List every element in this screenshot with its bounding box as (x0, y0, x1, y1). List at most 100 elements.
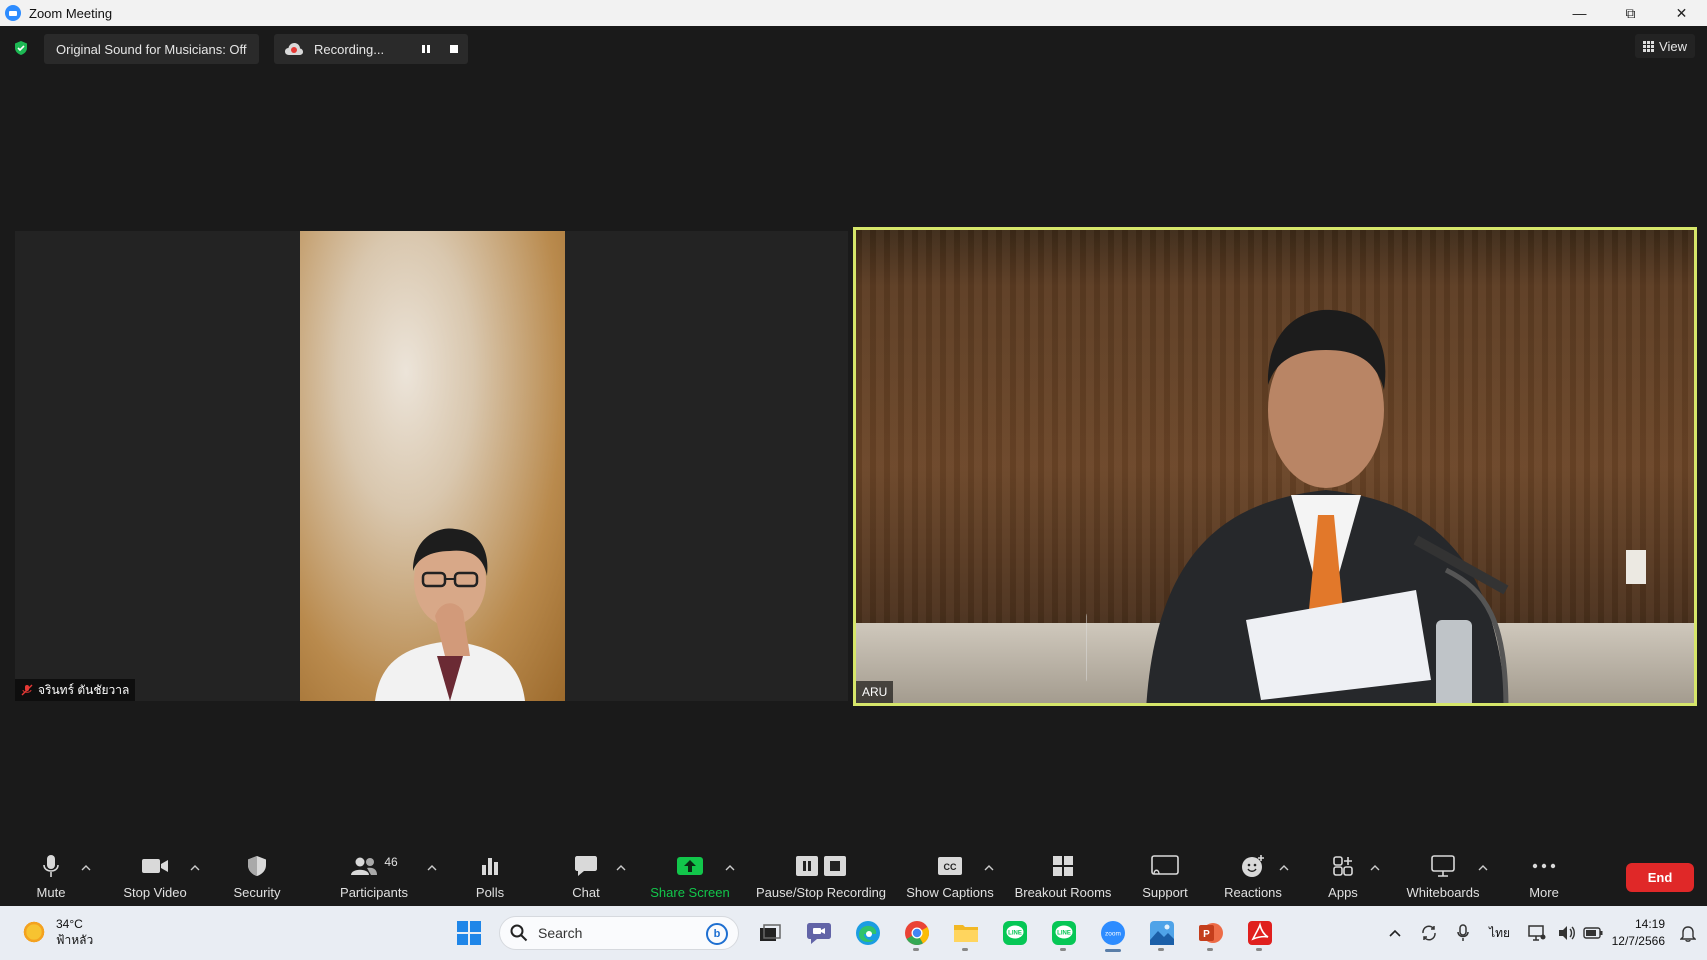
weather-sun-icon (22, 920, 46, 944)
photos-app-icon (1149, 921, 1174, 945)
support-button[interactable]: Support (1138, 846, 1192, 906)
security-button[interactable]: Security (229, 846, 285, 906)
chrome-browser-app[interactable] (892, 914, 941, 952)
taskbar-search-input[interactable]: Search b (499, 916, 739, 950)
windows-start-icon (456, 921, 481, 945)
zoom-app-icon: zoom (1100, 921, 1125, 945)
recording-label: Recording... (314, 41, 385, 57)
task-view-icon (759, 924, 781, 941)
captions-options-chevron-up-icon[interactable] (983, 862, 995, 874)
file-explorer-app[interactable] (941, 914, 990, 952)
show-hidden-icons-chevron-up-icon[interactable] (1378, 928, 1412, 938)
chat-options-chevron-up-icon[interactable] (615, 862, 627, 874)
svg-text:zoom: zoom (1105, 931, 1121, 938)
view-button[interactable]: View (1635, 34, 1695, 58)
participant-name: จรินทร์ ตันชัยวาล (38, 682, 130, 697)
search-icon (510, 924, 528, 942)
volume-icon[interactable] (1554, 925, 1580, 941)
pause-stop-recording-button[interactable]: Pause/Stop Recording (752, 846, 890, 906)
breakout-rooms-label: Breakout Rooms (1014, 885, 1112, 900)
taskbar-clock[interactable]: 14:19 12/7/2566 (1612, 916, 1665, 950)
powerpoint-app[interactable]: P (1186, 914, 1235, 952)
svg-text:LINE: LINE (1057, 931, 1071, 937)
polls-label: Polls (475, 885, 505, 900)
line-app[interactable]: LINE (990, 914, 1039, 952)
zoom-logo-icon (5, 5, 21, 21)
breakout-rooms-button[interactable]: Breakout Rooms (1010, 846, 1116, 906)
notifications-bell-icon[interactable] (1675, 924, 1701, 942)
photos-app[interactable] (1137, 914, 1186, 952)
more-button[interactable]: More (1524, 846, 1564, 906)
start-button[interactable] (444, 914, 493, 952)
bing-icon[interactable]: b (706, 923, 728, 945)
participants-button[interactable]: 46 Participants (336, 846, 412, 906)
chat-button[interactable]: Chat (566, 846, 606, 906)
microphone-in-use-icon[interactable] (1446, 924, 1480, 942)
participant-video-tile[interactable]: จรินทร์ ตันชัยวาล (15, 231, 848, 701)
encryption-shield-icon[interactable] (13, 40, 29, 56)
line-app-icon: LINE (1051, 921, 1076, 945)
participant-name-tag: จรินทร์ ตันชัยวาล (15, 679, 136, 701)
stop-video-button[interactable]: Stop Video (118, 846, 192, 906)
support-screen-icon (1151, 855, 1179, 875)
network-monitor-icon[interactable] (1520, 925, 1554, 941)
restore-icon[interactable]: ⧉ (1605, 0, 1656, 26)
acrobat-app[interactable] (1235, 914, 1284, 952)
reactions-options-chevron-up-icon[interactable] (1278, 862, 1290, 874)
mute-button[interactable]: Mute (30, 846, 72, 906)
pause-recording-button[interactable] (412, 34, 440, 64)
chrome-browser-icon (904, 921, 929, 946)
audio-options-chevron-up-icon[interactable] (80, 862, 92, 874)
chat-bubble-icon (575, 856, 597, 876)
mic-muted-icon (21, 684, 33, 696)
more-ellipsis-icon (1532, 863, 1556, 869)
support-label: Support (1142, 885, 1188, 900)
zoom-app[interactable]: zoom (1088, 914, 1137, 952)
task-view-button[interactable] (745, 914, 794, 952)
input-language-indicator[interactable]: ไทย (1480, 924, 1520, 943)
minimize-icon[interactable]: — (1554, 0, 1605, 26)
stop-video-label: Stop Video (123, 885, 187, 900)
share-options-chevron-up-icon[interactable] (724, 862, 736, 874)
apps-label: Apps (1328, 885, 1358, 900)
sync-icon[interactable] (1412, 924, 1446, 942)
search-placeholder: Search (538, 925, 583, 941)
participants-options-chevron-up-icon[interactable] (426, 862, 438, 874)
apps-options-chevron-up-icon[interactable] (1369, 862, 1381, 874)
active-speaker-video-tile[interactable]: ARU (853, 227, 1697, 706)
meeting-toolbar: Mute Stop Video Security 46 Participants… (0, 846, 1707, 906)
whiteboards-button[interactable]: Whiteboards (1402, 846, 1484, 906)
weather-temperature: 34°C (56, 917, 83, 931)
edge-browser-app[interactable] (843, 914, 892, 952)
stop-recording-button[interactable] (440, 34, 468, 64)
closed-captions-icon: CC (938, 857, 962, 875)
reactions-button[interactable]: Reactions (1222, 846, 1284, 906)
line-app-second[interactable]: LINE (1039, 914, 1088, 952)
grid-view-icon (1643, 40, 1655, 52)
breakout-rooms-grid-icon (1053, 856, 1073, 876)
mute-label: Mute (36, 885, 66, 900)
microphone-icon (43, 855, 59, 877)
whiteboards-options-chevron-up-icon[interactable] (1477, 862, 1489, 874)
chat-label: Chat (572, 885, 600, 900)
end-meeting-button[interactable]: End (1626, 863, 1694, 892)
share-screen-button[interactable]: Share Screen (648, 846, 732, 906)
reactions-smiley-icon (1242, 855, 1264, 877)
svg-text:LINE: LINE (1008, 931, 1022, 937)
close-icon[interactable]: ✕ (1656, 0, 1707, 26)
teams-chat-app[interactable] (794, 914, 843, 952)
clock-date: 12/7/2566 (1611, 934, 1665, 948)
taskbar-apps: Search b LINE LINE zoom P (444, 914, 1284, 952)
edge-browser-icon (855, 921, 880, 945)
show-captions-label: Show Captions (906, 885, 994, 900)
original-sound-button[interactable]: Original Sound for Musicians: Off (44, 34, 259, 64)
weather-widget[interactable]: 34°C ฟ้าหลัว (22, 916, 93, 948)
apps-button[interactable]: Apps (1326, 846, 1360, 906)
speaker-name-tag: ARU (856, 681, 894, 703)
battery-icon[interactable] (1580, 927, 1606, 939)
show-captions-button[interactable]: CC Show Captions (904, 846, 996, 906)
video-options-chevron-up-icon[interactable] (189, 862, 201, 874)
polls-button[interactable]: Polls (470, 846, 510, 906)
apps-icon (1333, 856, 1353, 876)
security-label: Security (233, 885, 281, 900)
